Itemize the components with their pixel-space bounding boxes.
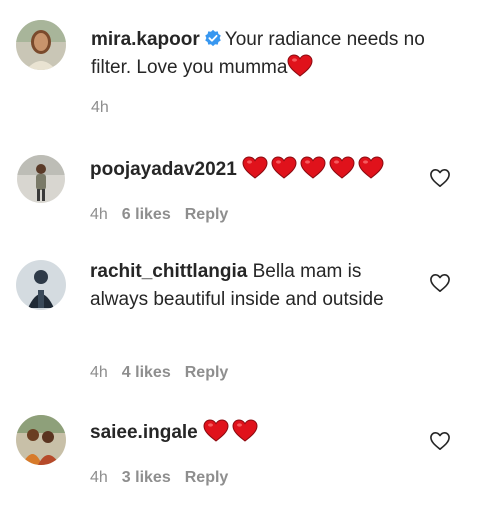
avatar[interactable]: [16, 20, 66, 70]
comment-username[interactable]: poojayadav2021: [90, 159, 237, 180]
comment-time: 4h: [90, 469, 108, 486]
comment-time: 4h: [90, 206, 108, 223]
likes-count[interactable]: 4 likes: [122, 364, 171, 381]
verified-badge-icon: [205, 29, 221, 47]
red-heart-icon: [271, 156, 297, 179]
comment-text: saiee.ingale: [90, 419, 430, 447]
comment-meta: 4h 3 likes Reply: [90, 469, 242, 487]
heart-like-icon[interactable]: [429, 273, 451, 293]
reply-button[interactable]: Reply: [185, 364, 229, 381]
comment-time: 4h: [90, 364, 108, 381]
red-heart-icon: [242, 156, 268, 179]
avatar[interactable]: [16, 260, 66, 310]
reply-button[interactable]: Reply: [185, 469, 229, 486]
comment-username[interactable]: rachit_chittlangia: [90, 261, 247, 282]
avatar[interactable]: [16, 415, 66, 465]
reply-button[interactable]: Reply: [185, 206, 229, 223]
comment-username[interactable]: saiee.ingale: [90, 422, 198, 443]
comment-text: mira.kapoor Your radiance needs no filter…: [91, 26, 451, 82]
red-heart-icon: [203, 419, 229, 442]
red-heart-icon: [329, 156, 355, 179]
comment-time: 4h: [91, 99, 109, 116]
red-heart-icon: [232, 419, 258, 442]
avatar[interactable]: [17, 155, 65, 203]
comment-text: rachit_chittlangia Bella mam is always b…: [90, 258, 410, 314]
likes-count[interactable]: 6 likes: [122, 206, 171, 223]
comment-username[interactable]: mira.kapoor: [91, 29, 200, 50]
heart-like-icon[interactable]: [429, 431, 451, 451]
comment-meta: 4h: [91, 99, 123, 117]
comment-text: poojayadav2021: [90, 156, 430, 184]
comment-meta: 4h 6 likes Reply: [90, 206, 242, 224]
red-heart-icon: [358, 156, 384, 179]
red-heart-icon: [300, 156, 326, 179]
likes-count[interactable]: 3 likes: [122, 469, 171, 486]
comment-meta: 4h 4 likes Reply: [90, 364, 242, 382]
heart-like-icon[interactable]: [429, 168, 451, 188]
red-heart-icon: [287, 54, 313, 77]
